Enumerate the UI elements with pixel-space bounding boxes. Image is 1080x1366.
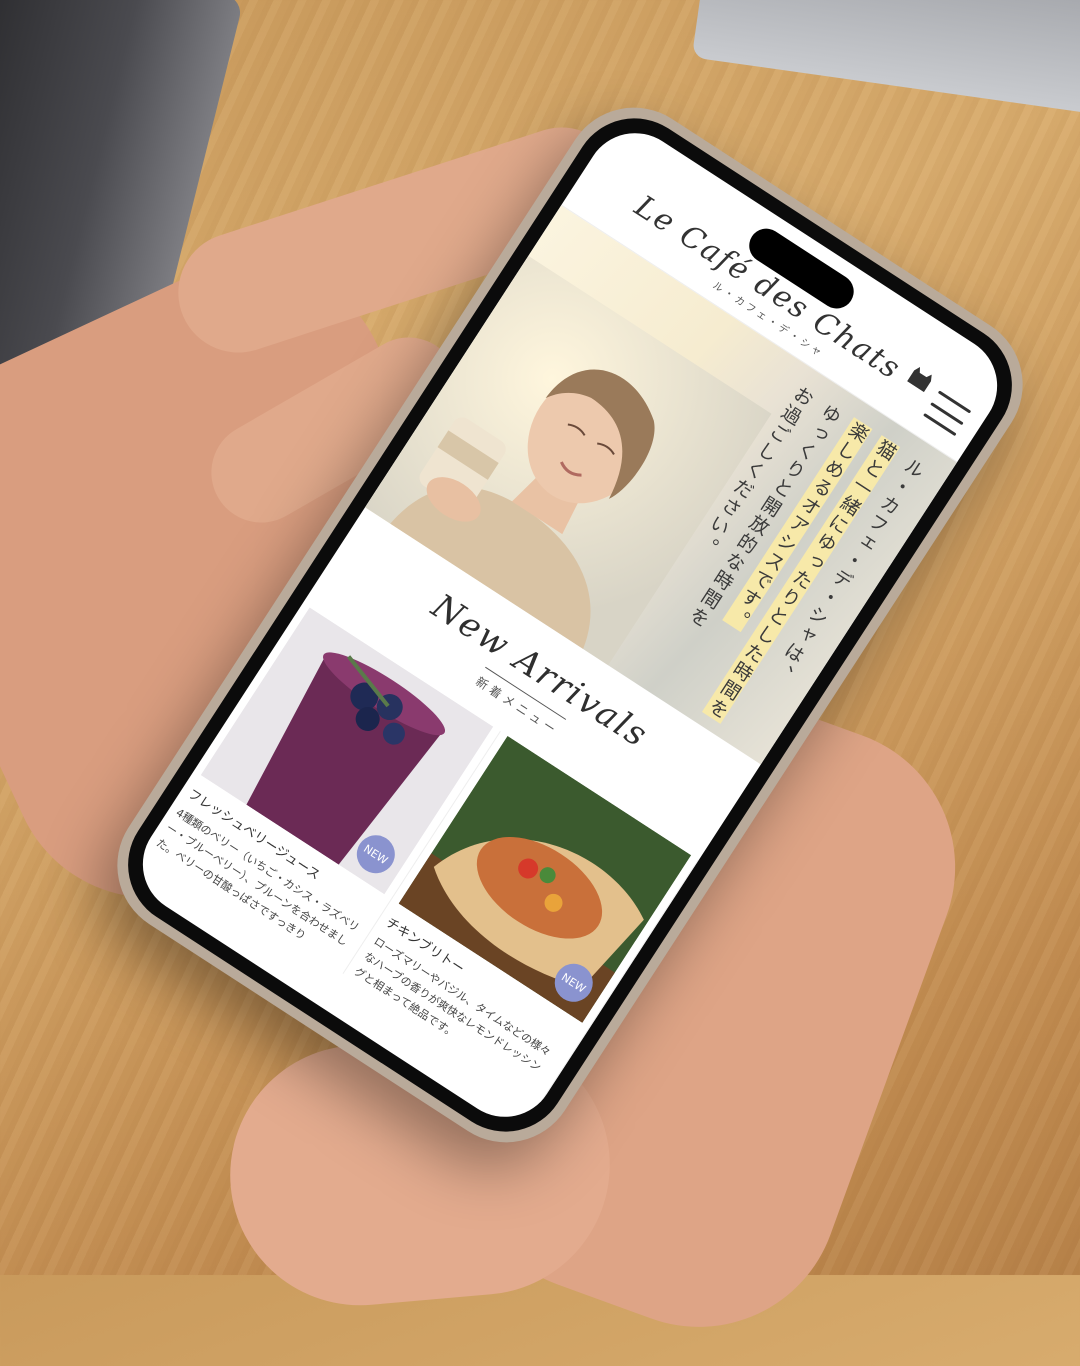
hamburger-menu-icon[interactable] — [923, 390, 972, 437]
cat-icon — [906, 366, 932, 392]
